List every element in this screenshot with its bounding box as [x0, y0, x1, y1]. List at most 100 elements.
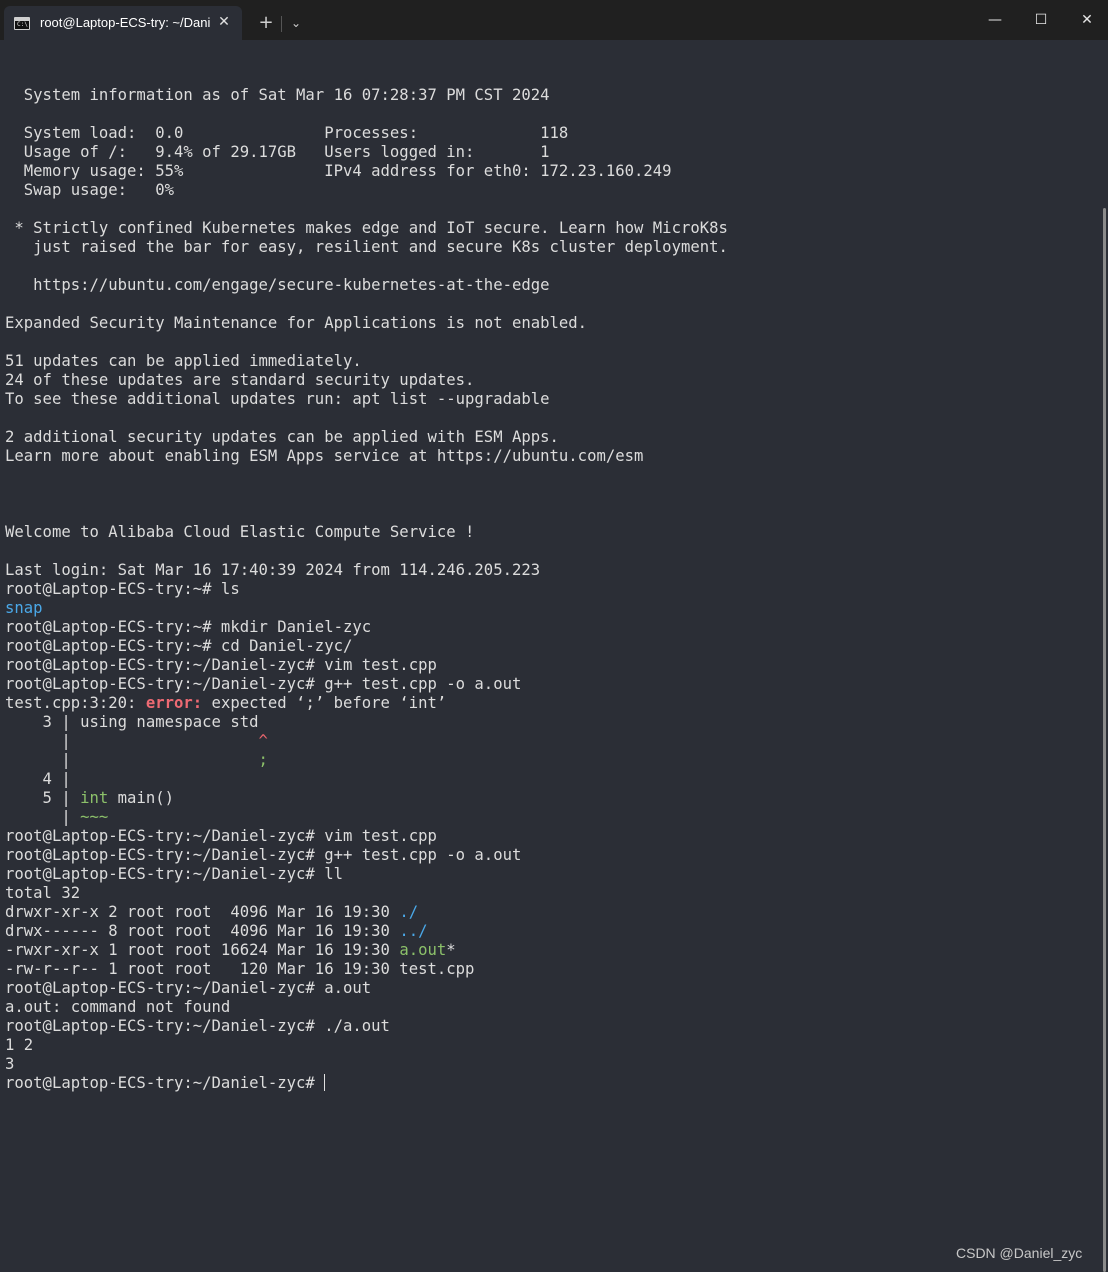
terminal-line: | ; — [5, 751, 728, 770]
new-tab-button[interactable]: + — [254, 12, 278, 34]
terminal-text: root@Laptop-ECS-try:~# mkdir Daniel-zyc — [5, 618, 372, 636]
terminal-text: ^ — [258, 732, 268, 750]
terminal-line: To see these additional updates run: apt… — [5, 390, 728, 409]
tab-terminal[interactable]: C:\ root@Laptop-ECS-try: ~/Dani ✕ — [4, 6, 242, 40]
terminal-line: root@Laptop-ECS-try:~/Daniel-zyc# — [5, 1074, 728, 1093]
terminal-line: 51 updates can be applied immediately. — [5, 352, 728, 371]
terminal-text: | — [5, 808, 81, 826]
terminal-text: https://ubuntu.com/engage/secure-kuberne… — [5, 276, 550, 294]
terminal-line: test.cpp:3:20: error: expected ‘;’ befor… — [5, 694, 728, 713]
terminal-text: root@Laptop-ECS-try:~/Daniel-zyc# ./a.ou… — [5, 1017, 390, 1035]
terminal-line: * Strictly confined Kubernetes makes edg… — [5, 219, 728, 238]
terminal-line: Expanded Security Maintenance for Applic… — [5, 314, 728, 333]
terminal-text: 4 | — [5, 770, 71, 788]
terminal-text: root@Laptop-ECS-try:~/Daniel-zyc# — [5, 1074, 325, 1092]
terminal-text: * Strictly confined Kubernetes makes edg… — [5, 219, 728, 237]
terminal-line: -rw-r--r-- 1 root root 120 Mar 16 19:30 … — [5, 960, 728, 979]
terminal-text: 3 — [5, 1055, 15, 1073]
terminal-text: * — [446, 941, 456, 959]
scrollbar-thumb[interactable] — [1103, 208, 1106, 1272]
terminal-line: root@Laptop-ECS-try:~# cd Daniel-zyc/ — [5, 637, 728, 656]
terminal-line: drwxr-xr-x 2 root root 4096 Mar 16 19:30… — [5, 903, 728, 922]
terminal-icon: C:\ — [14, 17, 30, 30]
terminal-text: Expanded Security Maintenance for Applic… — [5, 314, 588, 332]
terminal-text: error: — [145, 694, 203, 712]
terminal-line: just raised the bar for easy, resilient … — [5, 238, 728, 257]
terminal-output[interactable]: System information as of Sat Mar 16 07:2… — [5, 67, 728, 1093]
terminal-text: ; — [258, 751, 268, 769]
terminal-text: System load: 0.0 Processes: 118 — [5, 124, 569, 142]
terminal-text: ./ — [399, 903, 419, 921]
terminal-line: a.out: command not found — [5, 998, 728, 1017]
terminal-text: root@Laptop-ECS-try:~/Daniel-zyc# ll — [5, 865, 343, 883]
terminal-line: root@Laptop-ECS-try:~/Daniel-zyc# g++ te… — [5, 846, 728, 865]
terminal-line: 1 2 — [5, 1036, 728, 1055]
scrollbar[interactable] — [1101, 40, 1108, 1272]
terminal-line: System information as of Sat Mar 16 07:2… — [5, 86, 728, 105]
terminal-text: root@Laptop-ECS-try:~# ls — [5, 580, 240, 598]
terminal-text: drwxr-xr-x 2 root root 4096 Mar 16 19:30 — [5, 903, 400, 921]
terminal-text: -rwxr-xr-x 1 root root 16624 Mar 16 19:3… — [5, 941, 400, 959]
terminal-line: drwx------ 8 root root 4096 Mar 16 19:30… — [5, 922, 728, 941]
terminal-text: 51 updates can be applied immediately. — [5, 352, 362, 370]
terminal-line: Learn more about enabling ESM Apps servi… — [5, 447, 728, 466]
terminal-text: root@Laptop-ECS-try:~# cd Daniel-zyc/ — [5, 637, 353, 655]
terminal-text: root@Laptop-ECS-try:~/Daniel-zyc# vim te… — [5, 656, 437, 674]
close-window-button[interactable]: ✕ — [1064, 0, 1108, 40]
terminal-line: root@Laptop-ECS-try:~/Daniel-zyc# ./a.ou… — [5, 1017, 728, 1036]
terminal-line: root@Laptop-ECS-try:~/Daniel-zyc# g++ te… — [5, 675, 728, 694]
terminal-text: 24 of these updates are standard securit… — [5, 371, 475, 389]
terminal-line: 5 | int main() — [5, 789, 728, 808]
terminal-text: Swap usage: 0% — [5, 181, 174, 199]
terminal-line: Memory usage: 55% IPv4 address for eth0:… — [5, 162, 728, 181]
terminal-line: Last login: Sat Mar 16 17:40:39 2024 fro… — [5, 561, 728, 580]
terminal-line: root@Laptop-ECS-try:~/Daniel-zyc# ll — [5, 865, 728, 884]
terminal-text: System information as of Sat Mar 16 07:2… — [5, 86, 550, 104]
terminal-text: | — [5, 732, 259, 750]
terminal-text: 5 | — [5, 789, 81, 807]
terminal-text: 1 2 — [5, 1036, 34, 1054]
terminal-text: ~~~ — [80, 808, 109, 826]
terminal-line: https://ubuntu.com/engage/secure-kuberne… — [5, 276, 728, 295]
terminal-text: int — [80, 789, 109, 807]
terminal-line: 2 additional security updates can be app… — [5, 428, 728, 447]
tab-separator — [281, 16, 282, 32]
terminal-text: | — [5, 751, 259, 769]
terminal-pane[interactable]: System information as of Sat Mar 16 07:2… — [0, 40, 1100, 1272]
terminal-text: root@Laptop-ECS-try:~/Daniel-zyc# g++ te… — [5, 675, 522, 693]
terminal-text: root@Laptop-ECS-try:~/Daniel-zyc# a.out — [5, 979, 372, 997]
terminal-line: 4 | — [5, 770, 728, 789]
terminal-text: Memory usage: 55% IPv4 address for eth0:… — [5, 162, 672, 180]
terminal-line: Usage of /: 9.4% of 29.17GB Users logged… — [5, 143, 728, 162]
terminal-text: just raised the bar for easy, resilient … — [5, 238, 728, 256]
terminal-line: root@Laptop-ECS-try:~# ls — [5, 580, 728, 599]
terminal-text: root@Laptop-ECS-try:~/Daniel-zyc# vim te… — [5, 827, 437, 845]
minimize-button[interactable]: — — [972, 0, 1018, 40]
tab-close-icon[interactable]: ✕ — [214, 12, 234, 32]
terminal-text: 3 | using namespace std — [5, 713, 259, 731]
terminal-line: root@Laptop-ECS-try:~# mkdir Daniel-zyc — [5, 618, 728, 637]
text-cursor — [324, 1074, 326, 1091]
terminal-text: 2 additional security updates can be app… — [5, 428, 559, 446]
terminal-line: -rwxr-xr-x 1 root root 16624 Mar 16 19:3… — [5, 941, 728, 960]
terminal-text: ../ — [399, 922, 428, 940]
terminal-line: root@Laptop-ECS-try:~/Daniel-zyc# vim te… — [5, 827, 728, 846]
terminal-text: expected ‘;’ before ‘int’ — [202, 694, 447, 712]
terminal-text: Welcome to Alibaba Cloud Elastic Compute… — [5, 523, 475, 541]
terminal-line: | ^ — [5, 732, 728, 751]
terminal-line: Welcome to Alibaba Cloud Elastic Compute… — [5, 523, 728, 542]
terminal-line: 3 — [5, 1055, 728, 1074]
terminal-text: main() — [108, 789, 174, 807]
terminal-line: Swap usage: 0% — [5, 181, 728, 200]
terminal-line: total 32 — [5, 884, 728, 903]
maximize-button[interactable]: ☐ — [1018, 0, 1064, 40]
dropdown-chevron-icon[interactable]: ⌄ — [286, 12, 306, 34]
